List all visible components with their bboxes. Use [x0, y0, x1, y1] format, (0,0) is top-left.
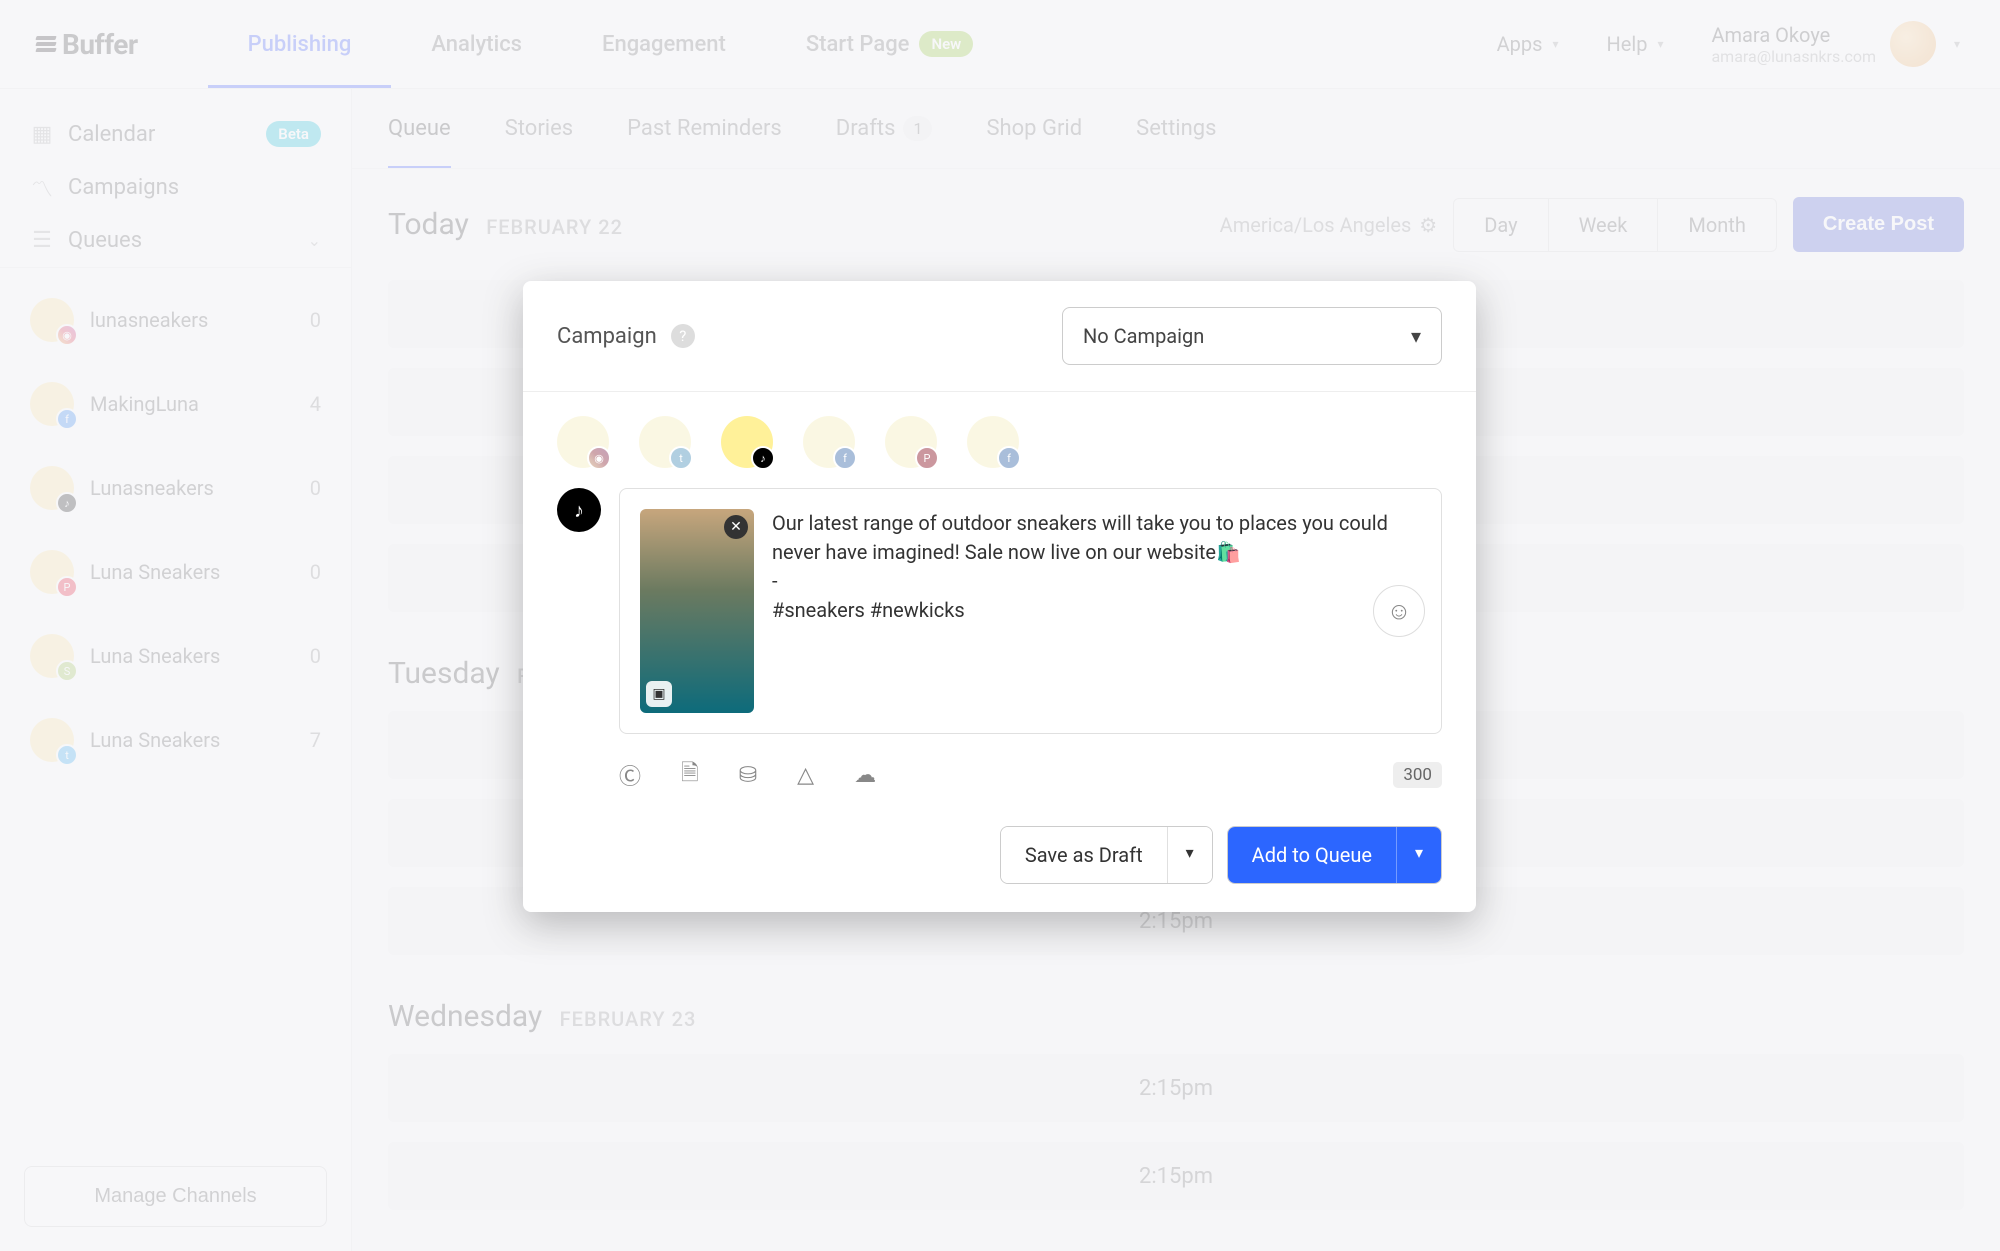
add-to-queue-button[interactable]: Add to Queue ▾ [1227, 826, 1442, 884]
upload-sources: Ⓒ 🗎 ⛁ △ ☁ 300 [523, 752, 1476, 816]
instagram-icon: ◉ [587, 446, 611, 470]
dropbox-icon[interactable]: ⛁ [739, 763, 757, 788]
save-draft-button[interactable]: Save as Draft ▾ [1000, 826, 1213, 884]
channel-option[interactable]: ◉ [557, 416, 609, 468]
channel-option-selected[interactable]: ♪ [721, 416, 773, 468]
google-drive-icon[interactable]: △ [797, 763, 814, 788]
help-icon[interactable]: ? [671, 324, 695, 348]
twitter-icon: t [669, 446, 693, 470]
channel-option[interactable]: f [803, 416, 855, 468]
compose-area: ♪ ✕ ▣ Our latest range of outdoor sneake… [523, 480, 1476, 752]
campaign-select[interactable]: No Campaign ▾ [1062, 307, 1442, 365]
tiktok-icon: ♪ [557, 488, 601, 532]
channel-option[interactable]: f [967, 416, 1019, 468]
caret-down-icon[interactable]: ▾ [1167, 827, 1212, 883]
onedrive-icon[interactable]: ☁ [854, 763, 876, 788]
tiktok-icon: ♪ [751, 446, 775, 470]
canva-icon[interactable]: Ⓒ [619, 759, 641, 791]
campaign-label: Campaign [557, 324, 657, 349]
channel-picker: ◉ t ♪ f P f [523, 392, 1476, 480]
pinterest-icon: P [915, 446, 939, 470]
post-text[interactable]: Our latest range of outdoor sneakers wil… [640, 509, 1421, 625]
compose-modal: Campaign ? No Campaign ▾ ◉ t ♪ f P f ♪ ✕… [523, 281, 1476, 912]
channel-option[interactable]: P [885, 416, 937, 468]
modal-actions: Save as Draft ▾ Add to Queue ▾ [523, 816, 1476, 912]
facebook-icon: f [833, 446, 857, 470]
campaign-row: Campaign ? No Campaign ▾ [523, 281, 1476, 392]
emoji-picker-button[interactable]: ☺ [1373, 585, 1425, 637]
media-thumbnail[interactable]: ✕ ▣ [640, 509, 754, 713]
channel-option[interactable]: t [639, 416, 691, 468]
remove-media-icon[interactable]: ✕ [724, 515, 748, 539]
char-count: 300 [1393, 762, 1442, 788]
facebook-icon: f [997, 446, 1021, 470]
caret-down-icon[interactable]: ▾ [1396, 827, 1441, 883]
compose-box[interactable]: ✕ ▣ Our latest range of outdoor sneakers… [619, 488, 1442, 734]
video-icon: ▣ [646, 681, 672, 707]
file-upload-icon[interactable]: 🗎 [681, 756, 699, 794]
caret-down-icon: ▾ [1411, 324, 1421, 348]
smile-icon: ☺ [1387, 597, 1412, 626]
